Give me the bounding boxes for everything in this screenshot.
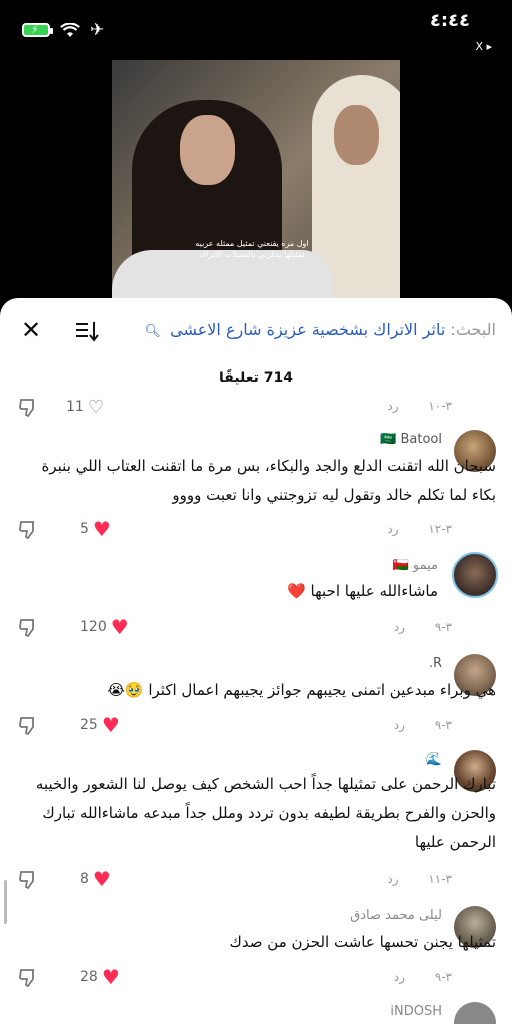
video-figure-face-right xyxy=(334,105,379,165)
wifi-icon xyxy=(60,22,80,37)
comment-meta: ٣-١١ رد xyxy=(387,872,452,886)
search-icon: 🔍︎ xyxy=(144,324,162,339)
comment-author[interactable]: iNDOSH xyxy=(390,1004,442,1019)
like-count: 8 xyxy=(80,871,89,887)
dislike-icon[interactable] xyxy=(18,714,40,736)
status-bar: ⚡ ✈ ٤:٤٤ X ▸ xyxy=(0,0,512,60)
comment-body: ماشاءالله عليها احبها ❤️ xyxy=(287,582,438,600)
comment-body: تمثيلها يجنن تحسها عاشت الحزن من صدك xyxy=(229,933,496,951)
heart-icon[interactable]: ♥ xyxy=(111,617,129,637)
reply-button[interactable]: رد xyxy=(394,718,405,732)
comment-author[interactable]: 🌊 xyxy=(426,752,442,767)
status-time: ٤:٤٤ xyxy=(429,10,470,31)
dislike-icon[interactable] xyxy=(18,868,40,890)
comment-author[interactable]: ميمو 🇴🇲 xyxy=(393,558,438,573)
heart-icon[interactable]: ♥ xyxy=(102,715,120,735)
heart-icon[interactable]: ♡ xyxy=(88,397,104,418)
comment-date: ٣-١٠ xyxy=(428,399,452,413)
comment-body: تبارك الرحمن على تمثيلها جداً احب الشخص … xyxy=(35,775,496,851)
dislike-icon[interactable] xyxy=(18,616,40,638)
like-count: 25 xyxy=(80,717,98,733)
comment-body: سبحان الله اتقنت الدلع والجد والبكاء، بس… xyxy=(41,457,497,504)
dislike-icon[interactable] xyxy=(18,518,40,540)
reply-button[interactable]: رد xyxy=(394,970,405,984)
airplane-icon: ✈ xyxy=(90,20,105,40)
comments-sheet: ✕ البحث: تاثر الاتراك بشخصية عزيزة شارع … xyxy=(0,298,512,1024)
ad-close-button[interactable]: X ▸ xyxy=(475,40,492,53)
dislike-icon[interactable] xyxy=(18,966,40,988)
heart-icon[interactable]: ♥ xyxy=(93,519,111,539)
comments-count: 714 تعليقًا xyxy=(218,370,294,386)
avatar[interactable] xyxy=(452,552,498,598)
comment-meta: ٣-٩ رد xyxy=(394,970,452,984)
video-player[interactable]: اول مره يقنعني تمثيل ممثله عربيه تمثيلها… xyxy=(112,60,400,300)
comment-body: هي وبراء مبدعين اتمنى يجيبهم جوائز يجيبه… xyxy=(107,681,496,699)
comment-date: ٣-٩ xyxy=(434,970,452,984)
comment-author[interactable]: R. xyxy=(429,656,442,671)
scrollbar[interactable] xyxy=(4,880,7,924)
video-figure-face-left xyxy=(180,115,235,185)
comment-date: ٣-٩ xyxy=(434,718,452,732)
reply-button[interactable]: رد xyxy=(387,399,398,413)
comment-date: ٣-١١ xyxy=(428,872,452,886)
avatar[interactable] xyxy=(454,1002,496,1024)
comment-meta: ٣-١٢ رد xyxy=(387,522,452,536)
search-query[interactable]: البحث: تاثر الاتراك بشخصية عزيزة شارع ال… xyxy=(145,320,496,339)
reply-button[interactable]: رد xyxy=(387,522,398,536)
like-count: 11 xyxy=(66,399,84,415)
status-icons: ⚡ ✈ xyxy=(22,20,104,40)
comment-meta: ٣-١٠ رد xyxy=(387,399,452,413)
reply-button[interactable]: رد xyxy=(387,872,398,886)
search-query-text: تاثر الاتراك بشخصية عزيزة شارع الاعشى xyxy=(170,320,446,339)
video-caption: اول مره يقنعني تمثيل ممثله عربيه تمثيلها… xyxy=(195,239,309,259)
battery-icon: ⚡ xyxy=(22,23,53,37)
like-count: 120 xyxy=(80,619,107,635)
reply-button[interactable]: رد xyxy=(394,620,405,634)
close-icon[interactable]: ✕ xyxy=(21,318,45,342)
comment-date: ٣-١٢ xyxy=(428,522,452,536)
comment-meta: ٣-٩ رد xyxy=(394,620,452,634)
comment-date: ٣-٩ xyxy=(434,620,452,634)
like-count: 5 xyxy=(80,521,89,537)
search-row: ✕ البحث: تاثر الاتراك بشخصية عزيزة شارع … xyxy=(0,316,512,346)
heart-icon[interactable]: ♥ xyxy=(93,869,111,889)
comment-author[interactable]: ليلى محمد صادق xyxy=(350,908,442,923)
comment-meta: ٣-٩ رد xyxy=(394,718,452,732)
dislike-icon[interactable] xyxy=(18,396,40,418)
search-prefix: البحث: xyxy=(450,320,496,339)
comment-author[interactable]: 🇸🇦 Batool xyxy=(380,432,442,447)
like-count: 28 xyxy=(80,969,98,985)
sort-icon[interactable] xyxy=(74,319,100,343)
heart-icon[interactable]: ♥ xyxy=(102,967,120,987)
